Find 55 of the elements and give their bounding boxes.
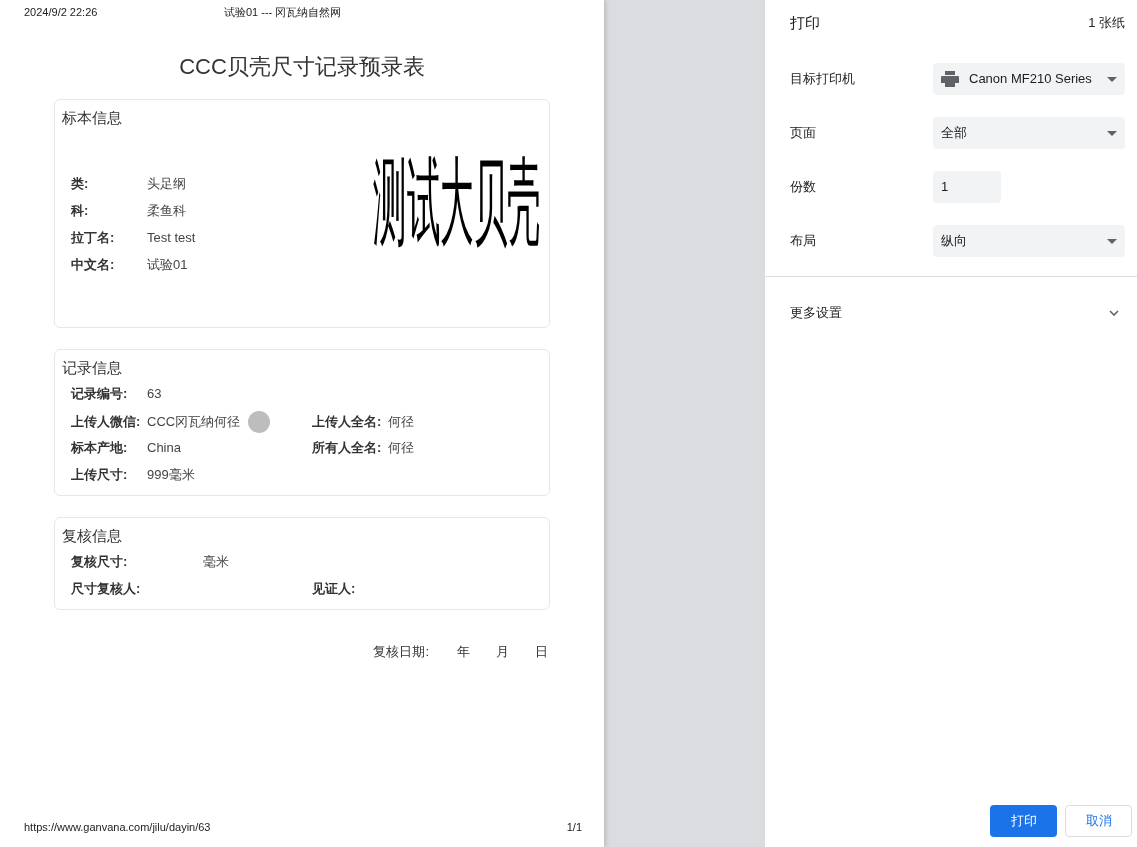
more-settings-toggle[interactable]: 更多设置 (765, 277, 1137, 349)
field-value: 何径 (388, 413, 414, 432)
caret-icon (1107, 130, 1117, 136)
select-dropdown[interactable]: 全部 (933, 117, 1125, 149)
date-unit: 年 (457, 643, 470, 661)
setting-label: 布局 (790, 232, 817, 251)
field-label: 见证人: (312, 580, 357, 598)
page-footer-url: https://www.ganvana.com/jilu/dayin/63 (24, 819, 211, 835)
field-label: 中文名: (71, 256, 116, 274)
document-title: CCC贝壳尺寸记录预录表 (178, 53, 426, 81)
page-header-date: 2024/9/2 22:26 (24, 4, 99, 20)
field-label: 上传尺寸: (71, 466, 129, 484)
field-label: 科: (71, 202, 90, 220)
field-label: 标本产地: (71, 439, 129, 457)
field-value: 何径 (388, 439, 414, 457)
setting-label: 页面 (790, 124, 817, 143)
sheet-count: 1 张纸 (1088, 14, 1125, 33)
field-value: CCC冈瓦纳何径 (147, 413, 241, 432)
section-title: 复核信息 (62, 526, 123, 546)
cancel-button[interactable]: 取消 (1065, 805, 1132, 837)
copies-field[interactable]: 1 (933, 171, 1001, 203)
date-unit: 月 (496, 643, 509, 661)
field-label: 记录编号: (71, 385, 129, 403)
field-label: 尺寸复核人: (71, 580, 142, 598)
field-value: 毫米 (203, 553, 229, 571)
chevron-icon (1109, 310, 1119, 316)
select-dropdown[interactable]: 纵向 (933, 225, 1125, 257)
caret-icon (1107, 76, 1117, 82)
field-value: 柔鱼科 (147, 202, 186, 220)
setting-label: 目标打印机 (790, 70, 856, 89)
field-label: 拉丁名: (71, 229, 116, 247)
field-label: 上传人全名: (312, 413, 383, 432)
review-date-label: 复核日期: (373, 643, 429, 661)
setting-label: 份数 (790, 178, 817, 197)
section-title: 标本信息 (62, 108, 123, 128)
print-button[interactable]: 打印 (990, 805, 1057, 837)
date-unit: 日 (535, 643, 548, 661)
field-value: 999毫米 (147, 466, 195, 484)
field-value: 试验01 (147, 256, 188, 274)
field-label: 上传人微信: (71, 413, 142, 432)
field-value: China (147, 439, 181, 457)
field-label: 类: (71, 175, 90, 193)
select-dropdown[interactable]: Canon MF210 Series (933, 63, 1125, 95)
printer-icon (941, 71, 959, 87)
field-value: Test test (147, 229, 196, 247)
caret-icon (1107, 238, 1117, 244)
panel-title: 打印 (790, 12, 820, 33)
field-value: 63 (147, 385, 162, 403)
field-label: 所有人全名: (312, 439, 383, 457)
page-number: 1/1 (566, 819, 582, 835)
field-label: 复核尺寸: (71, 553, 129, 571)
field-value: 头足纲 (147, 175, 186, 193)
section-title: 记录信息 (62, 358, 123, 378)
stamp-text: 测试大贝壳 (373, 152, 541, 257)
page-header-title: 试验01 --- 冈瓦纳自然网 (224, 4, 342, 20)
